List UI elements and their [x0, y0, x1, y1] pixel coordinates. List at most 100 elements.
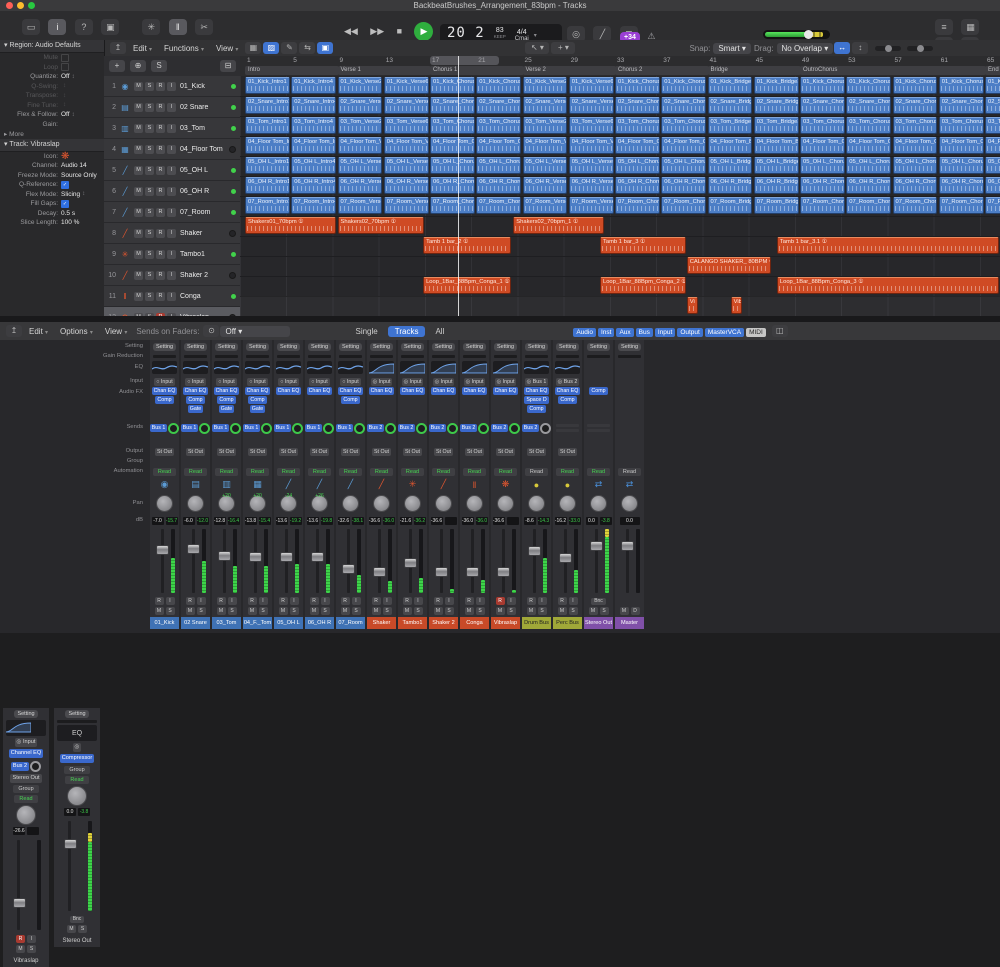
horizontal-zoom-slider[interactable]: [907, 46, 933, 51]
plugin-compressor[interactable]: Compressor: [60, 754, 94, 763]
channel-strip[interactable]: Setting○ InputChan EQBus 1St OutRead╱-24…: [274, 340, 303, 629]
region[interactable]: 07_Room_Chorus: [893, 197, 938, 214]
input-monitor-button[interactable]: I: [476, 597, 485, 605]
record-enable-button[interactable]: R: [217, 597, 226, 605]
record-enable-button[interactable]: R: [186, 597, 195, 605]
region[interactable]: 07_Room_Chorus: [476, 197, 521, 214]
output-button[interactable]: Stereo Out: [10, 774, 41, 783]
region[interactable]: 06_OH R_Verse6: [569, 177, 614, 194]
region[interactable]: 03_Tom_Chorus: [893, 117, 938, 134]
region[interactable]: 05_OH L_Chorus: [800, 157, 845, 174]
pan-knob[interactable]: [466, 495, 483, 512]
fader-cap[interactable]: [621, 541, 634, 551]
add-track-button[interactable]: +: [109, 60, 125, 72]
inspector-param[interactable]: Decay:0.5 s: [0, 209, 104, 219]
input-monitor-button[interactable]: I: [197, 597, 206, 605]
s-button[interactable]: S: [145, 271, 154, 280]
mute-button[interactable]: M: [186, 607, 195, 615]
command-tool-menu[interactable]: + ▾: [551, 42, 575, 54]
region[interactable]: 01_Kick_Verse6: [384, 77, 429, 94]
setting-button[interactable]: Setting: [277, 343, 300, 351]
region[interactable]: Tamb 1 bar_3 ①: [600, 237, 686, 254]
send-bus-button[interactable]: Bus 2: [367, 424, 385, 432]
send-bus-button[interactable]: Bus 2: [460, 424, 478, 432]
send-bus-button[interactable]: Bus 2: [522, 424, 540, 432]
r-button[interactable]: R: [156, 229, 165, 238]
plugin-chan-eq[interactable]: Chan EQ: [276, 387, 302, 395]
solo-button[interactable]: S: [352, 607, 361, 615]
arrangement-marker[interactable]: Chorus 1: [430, 66, 524, 75]
region[interactable]: 06_OH R_Verse2: [523, 177, 568, 194]
region[interactable]: 01_Kick_Chorus: [939, 77, 984, 94]
input-button[interactable]: ◎ Input: [464, 378, 486, 386]
record-enable-button[interactable]: R: [155, 597, 164, 605]
output-button[interactable]: St Out: [403, 448, 422, 456]
solo-button[interactable]: S: [166, 607, 175, 615]
inspector-param[interactable]: Mute: [0, 53, 104, 63]
smart-controls-icon[interactable]: ✳: [142, 19, 160, 35]
region[interactable]: 02_Snare_Chorus: [661, 97, 706, 114]
region[interactable]: 04_Floor Tom_Chorus: [939, 137, 984, 154]
solo-button[interactable]: S: [290, 607, 299, 615]
region[interactable]: 03_Tom_Verse2: [523, 117, 568, 134]
automation-mode-button[interactable]: Read: [401, 468, 424, 476]
solo-button[interactable]: S: [507, 607, 516, 615]
region[interactable]: 06_OH R_Verse6: [384, 177, 429, 194]
track-row[interactable]: 5╱MSRI05_OH L: [104, 160, 240, 181]
mute-button[interactable]: M: [434, 607, 443, 615]
group-button[interactable]: Group: [64, 766, 89, 774]
output-button[interactable]: St Out: [186, 448, 205, 456]
region[interactable]: 01_Kick_Chorus: [615, 77, 660, 94]
region[interactable]: 02_Snare_Verse2: [523, 97, 568, 114]
channel-strip[interactable]: SettingCompRead⇄0.0-3.8BncMSStereo Out: [584, 340, 613, 629]
region[interactable]: 07_Room_Chorus: [939, 197, 984, 214]
plugin-comp[interactable]: Comp: [186, 396, 204, 404]
mute-button[interactable]: M: [403, 607, 412, 615]
r-button[interactable]: R: [156, 124, 165, 133]
quick-help-icon[interactable]: ▭: [22, 19, 40, 35]
s-button[interactable]: S: [145, 187, 154, 196]
region[interactable]: 01_Kick_Bridge3: [754, 77, 799, 94]
region[interactable]: 02_Snare_Chorus: [615, 97, 660, 114]
mute-button[interactable]: M: [155, 607, 164, 615]
track-row[interactable]: 4▦MSRI04_Floor Tom: [104, 139, 240, 160]
region[interactable]: 03_Tom_Verse6: [384, 117, 429, 134]
track-on-indicator[interactable]: [231, 294, 236, 299]
region[interactable]: 01_Kick_Chorus: [430, 77, 475, 94]
library-icon[interactable]: ?: [75, 19, 93, 35]
s-button[interactable]: S: [145, 145, 154, 154]
send-bus-button[interactable]: Bus 1: [181, 424, 199, 432]
arrangement-marker[interactable]: Verse 1: [338, 66, 432, 75]
inspector-param[interactable]: Icon:❋: [0, 152, 104, 162]
setting-button[interactable]: Setting: [215, 343, 238, 351]
region[interactable]: 02_Snare_Chorus: [476, 97, 521, 114]
record-enable-button[interactable]: R: [496, 597, 505, 605]
i-button[interactable]: I: [167, 124, 176, 133]
channel-strip[interactable]: Setting○ InputChan EQCompBus 1St OutRead…: [150, 340, 179, 629]
solo-button[interactable]: S: [228, 607, 237, 615]
region[interactable]: 03_Tom_Chorus: [615, 117, 660, 134]
send-bus-button[interactable]: Bus 1: [274, 424, 292, 432]
solo-button[interactable]: S: [321, 607, 330, 615]
i-button[interactable]: I: [167, 145, 176, 154]
view-single-button[interactable]: Single: [348, 326, 384, 337]
region[interactable]: 02_Snare_Intro4: [291, 97, 336, 114]
channel-strip[interactable]: Setting◎ InputChan EQBus 2St OutRead╱-36…: [429, 340, 458, 629]
i-button[interactable]: I: [167, 166, 176, 175]
vertical-zoom-icon[interactable]: ↕: [852, 42, 868, 54]
filter-mastervca-chip[interactable]: MasterVCA: [705, 328, 744, 337]
input-button[interactable]: ○ Input: [247, 378, 267, 386]
track-row[interactable]: 8╱MSRIShaker: [104, 223, 240, 244]
solo-button[interactable]: S: [476, 607, 485, 615]
r-button[interactable]: R: [156, 166, 165, 175]
input-button[interactable]: ◎ Input: [402, 378, 424, 386]
region[interactable]: 03_Tom_Chorus: [939, 117, 984, 134]
input-monitor-button[interactable]: I: [383, 597, 392, 605]
playhead[interactable]: [458, 56, 459, 316]
output-button[interactable]: St Out: [558, 448, 577, 456]
region[interactable]: 03_Tom_Chorus: [430, 117, 475, 134]
track-on-indicator[interactable]: [231, 189, 236, 194]
send-knob[interactable]: [509, 423, 520, 434]
channel-strip[interactable]: Setting◎ Bus 2Chan EQCompSt OutRead●-16.…: [553, 340, 582, 629]
plugin-comp[interactable]: Comp: [527, 405, 545, 413]
